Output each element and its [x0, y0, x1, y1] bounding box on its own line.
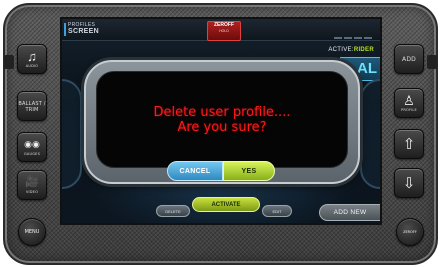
video-button[interactable]: 🎥 VIDEO: [17, 170, 47, 200]
audio-button[interactable]: ♫ AUDIO: [17, 44, 47, 74]
profile-button[interactable]: ♙ PROFILE: [394, 88, 424, 118]
profile-icon: ♙: [403, 93, 415, 108]
dialog-message-panel: Delete user profile.... Are you sure?: [96, 71, 348, 168]
bezel-notch-right: [427, 55, 437, 69]
dialog-message: Delete user profile.... Are you sure?: [153, 105, 291, 135]
arrow-down-button[interactable]: ⇩: [394, 168, 424, 198]
arrow-down-icon: ⇩: [402, 174, 416, 192]
zero-off-hardware-button[interactable]: ZEROFF: [396, 218, 424, 246]
touch-screen: PROFILES SCREEN ZEROFF HOLD ACTIVE:RIDER…: [60, 17, 382, 225]
gauges-icon: ◉◉: [24, 139, 40, 149]
zero-off-indicator[interactable]: ZEROFF HOLD: [207, 21, 241, 41]
signal-bars: [332, 26, 372, 44]
add-icon: ADD: [402, 55, 416, 63]
add-new-button[interactable]: ADD NEW: [319, 204, 380, 221]
ballast-icon: BALLAST / TRIM: [18, 100, 46, 113]
add-button[interactable]: ADD: [394, 44, 424, 74]
activate-button[interactable]: ACTIVATE: [192, 197, 260, 212]
cancel-button[interactable]: CANCEL: [167, 161, 223, 181]
right-arc-decoration: [360, 79, 380, 189]
menu-button[interactable]: MENU: [18, 218, 46, 246]
edit-button[interactable]: EDIT: [262, 205, 292, 217]
left-arc-decoration: [62, 79, 82, 189]
music-note-icon: ♫: [27, 49, 37, 64]
video-camera-icon: 🎥: [25, 176, 39, 188]
top-bar: PROFILES SCREEN ZEROFF HOLD: [62, 19, 380, 41]
page-title: PROFILES SCREEN: [68, 22, 99, 35]
title-accent-bar: [64, 23, 66, 36]
arrow-up-icon: ⇧: [402, 135, 416, 153]
gauges-button[interactable]: ◉◉ GAUGES: [17, 132, 47, 162]
bezel-notch-left: [4, 55, 14, 69]
delete-button[interactable]: DELETE: [156, 205, 190, 217]
yes-button[interactable]: YES: [223, 161, 275, 181]
ballast-trim-button[interactable]: BALLAST / TRIM: [17, 91, 47, 121]
arrow-up-button[interactable]: ⇧: [394, 129, 424, 159]
active-rider-label: ACTIVE:RIDER: [328, 47, 374, 53]
